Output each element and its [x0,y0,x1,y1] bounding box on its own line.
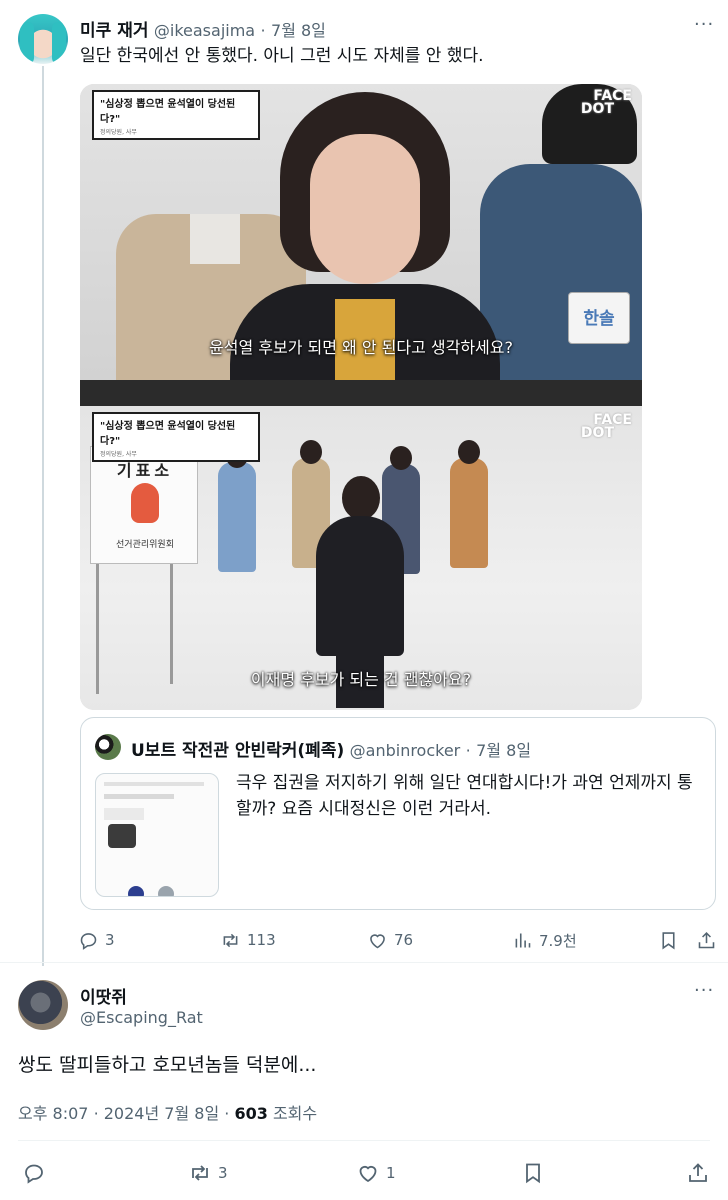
reply-date[interactable]: 2024년 7월 8일 [104,1104,219,1123]
voting-booth-footer: 선거관리위원회 [116,540,174,550]
like-icon [370,933,385,948]
like-button[interactable]: 76 [367,925,413,955]
author-name[interactable]: 미쿠 재거 [80,21,148,41]
retweet-button[interactable]: 3 [188,1158,228,1188]
speaker-face [310,134,420,284]
thread-connector-line [42,66,44,966]
video-title-top: "심상정 뽑으면 윤석열이 당선된다?" [100,99,236,125]
thumb-line [104,782,204,786]
reply-button[interactable]: 3 [78,925,115,955]
views-icon [515,933,531,947]
bookmark-icon [526,1163,540,1184]
meta-separator: · [224,1104,230,1123]
more-icon[interactable]: ··· [694,14,714,35]
share-button[interactable] [696,925,717,955]
share-button[interactable] [686,1158,710,1188]
meta-separator: · [260,21,266,40]
reply-icon [80,932,97,950]
like-button[interactable]: 1 [356,1158,396,1188]
video-title-sub-bottom: 정의당원, 사무 [100,451,137,458]
reply-icon [25,1164,43,1184]
reply-author-avatar[interactable] [18,980,68,1030]
reply-time[interactable]: 오후 8:07 [18,1104,88,1123]
voting-booth: 기표소 선거관리위원회 [90,446,198,564]
quoted-author-handle: @anbinrocker [349,741,461,760]
retweet-button[interactable]: 113 [220,925,276,955]
panelist-head [390,446,412,470]
reply-count: 3 [105,931,115,949]
thumb-line [104,794,174,799]
thumb-line [104,808,144,820]
panelist [218,462,256,572]
video-subtitle-top: 윤석열 후보가 되면 왜 안 된다고 생각하세요? [209,338,513,357]
reply-author-name[interactable]: 이땃쥐 [80,983,127,1008]
media-panel-top: 한솔 "심상정 뽑으면 윤석열이 당선된다?" 정의당원, 사무 FACE DO… [80,84,642,380]
reply-view-count: 603 [234,1104,268,1123]
media-panel-divider [80,380,642,406]
avatar-hair-right [52,22,66,64]
person-left-collar [190,214,240,264]
tweet-text: 일단 한국에선 안 통했다. 아니 그런 시도 자체를 안 했다. [80,46,484,66]
views-button[interactable]: 7.9천 [512,925,577,955]
tweet-media[interactable]: 한솔 "심상정 뽑으면 윤석열이 당선된다?" 정의당원, 사무 FACE DO… [80,84,642,710]
mascot-icon [131,483,159,523]
retweet-icon [192,1165,208,1181]
panelist-head [458,440,480,464]
quoted-tweet[interactable]: U보트 작전관 안빈락커(폐족) @anbinrocker · 7월 8일 극우… [80,717,716,910]
share-icon [698,931,715,948]
reply-meta: 오후 8:07 · 2024년 7월 8일 · 603 조회수 [18,1100,317,1124]
meta-divider [18,1140,710,1141]
retweet-count: 113 [247,931,276,949]
video-title-bottom: "심상정 뽑으면 윤석열이 당선된다?" [100,421,236,447]
watermark-top: FACE DOT [580,89,632,117]
reply-action-bar: 3 1 [22,1158,712,1188]
like-count: 1 [386,1164,396,1182]
like-count: 76 [394,931,414,949]
thumb-dot [158,886,174,896]
more-icon[interactable]: ··· [694,980,714,1001]
quoted-tweet-text: 극우 집권을 저지하기 위해 일단 연대합시다!가 과연 언제까지 통할까? 요… [236,773,693,819]
video-title-sub-top: 정의당원, 사무 [100,129,137,136]
parent-tweet[interactable]: 미쿠 재거 @ikeasajima · 7월 8일 ··· 일단 한국에선 안 … [0,0,728,966]
meta-separator: · [465,741,471,760]
quoted-author-name: U보트 작전관 안빈락커(폐족) [131,741,345,761]
tweet-header: 미쿠 재거 @ikeasajima · 7월 8일 [80,16,326,41]
media-panel-bottom: 기표소 선거관리위원회 "심상정 뽑으면 윤석열이 당선된다?" 정의당원, 사… [80,406,642,710]
author-handle[interactable]: @ikeasajima [154,21,255,40]
thumb-figure [108,824,136,848]
view-count: 7.9천 [539,931,577,950]
thumb-dot [128,886,144,896]
tweet-date[interactable]: 7월 8일 [271,21,326,40]
quoted-media-thumbnail [95,773,219,897]
bookmark-icon [662,931,675,949]
retweet-count: 3 [218,1164,228,1182]
author-avatar[interactable] [18,14,68,64]
retweet-icon [223,933,238,947]
video-title-card-bottom: "심상정 뽑으면 윤석열이 당선된다?" 정의당원, 사무 [92,412,260,462]
panelist [450,458,488,568]
quoted-tweet-date: 7월 8일 [476,741,532,760]
watermark-top-line2: DOT [580,101,614,117]
quoted-author-avatar [95,734,121,760]
meta-separator: · [93,1104,99,1123]
speaker-seated [316,516,404,656]
reply-view-label: 조회수 [272,1104,318,1123]
watermark-bottom: FACE DOT [580,413,632,441]
video-title-card-top: "심상정 뽑으면 윤석열이 당선된다?" 정의당원, 사무 [92,90,260,140]
panelist-head [300,440,322,464]
reply-text: 쌍도 딸피들하고 호모년놈들 덕분에... [18,1054,317,1076]
reply-button[interactable] [22,1158,46,1188]
bookmark-button[interactable] [521,1158,545,1188]
bookmark-button[interactable] [658,925,679,955]
reply-author-handle[interactable]: @Escaping_Rat [80,1008,203,1027]
watermark-bottom-line2: DOT [580,425,614,441]
tweet-action-bar: 3 113 76 7.9천 [78,925,718,955]
share-icon [689,1163,707,1182]
avatar-hair-left [20,22,34,64]
like-icon [359,1165,377,1183]
speaker-head [342,476,380,520]
video-subtitle-bottom: 이재명 후보가 되는 건 괜찮아요? [250,670,472,689]
tweet-divider [0,962,728,963]
quoted-tweet-header: U보트 작전관 안빈락커(폐족) @anbinrocker · 7월 8일 [131,736,531,761]
